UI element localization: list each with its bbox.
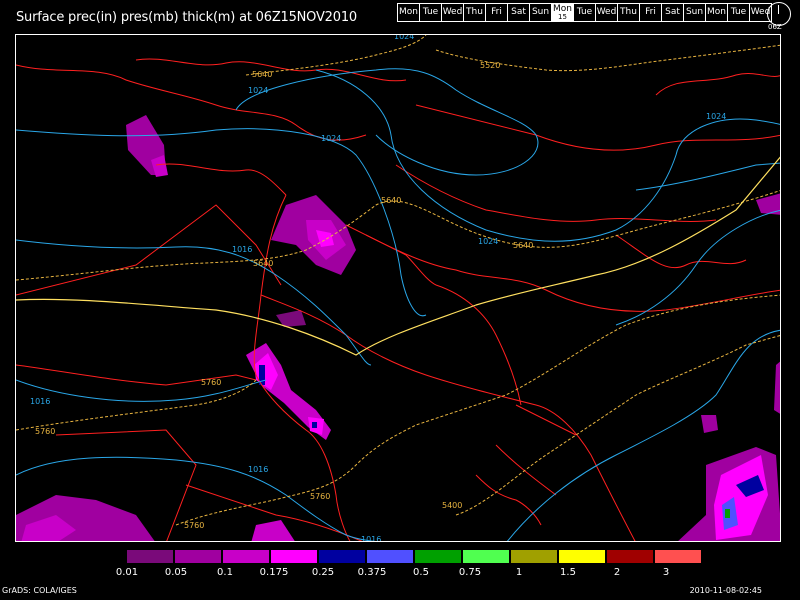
day-button[interactable]: Thu xyxy=(463,3,486,22)
legend-label: 1 xyxy=(515,567,523,578)
credit-text: GrADS: COLA/IGES xyxy=(2,586,77,595)
legend-labels: 0.01 0.05 0.1 0.175 0.25 0.375 0.5 0.75 1 1.5 2 3 xyxy=(78,567,722,581)
day-button[interactable]: Tue xyxy=(573,3,596,22)
legend-label: 2 xyxy=(613,567,621,578)
day-button[interactable]: Mon xyxy=(705,3,728,22)
legend-label: 0.5 xyxy=(413,567,429,578)
clock-label: 06Z xyxy=(768,23,782,31)
map-canvas: 1024 1024 1024 1024 1024 1016 1016 1016 … xyxy=(16,35,780,542)
pressure-label: 1016 xyxy=(248,465,268,474)
day-button[interactable]: Sat xyxy=(507,3,530,22)
precip-legend xyxy=(78,549,702,564)
thickness-label: 5640 xyxy=(381,196,401,205)
legend-swatch xyxy=(126,549,174,564)
legend-label: 0.75 xyxy=(458,567,482,578)
thickness-label: 5640 xyxy=(513,241,533,250)
day-button[interactable]: Tue xyxy=(727,3,750,22)
day-button[interactable]: Tue xyxy=(419,3,442,22)
thickness-label: 5760 xyxy=(184,521,204,530)
day-button[interactable]: Fri xyxy=(639,3,662,22)
legend-label: 1.5 xyxy=(560,567,576,578)
thickness-contours xyxy=(16,35,780,526)
legend-swatch xyxy=(462,549,510,564)
legend-label: 0.1 xyxy=(217,567,233,578)
legend-swatch xyxy=(78,549,126,564)
pressure-label: 1016 xyxy=(361,535,381,542)
day-button[interactable]: Wed xyxy=(441,3,464,22)
legend-label: 0.25 xyxy=(311,567,335,578)
day-button[interactable]: Mon xyxy=(397,3,420,22)
thickness-label: 5640 xyxy=(252,70,272,79)
day-button[interactable]: Fri xyxy=(485,3,508,22)
thickness-label: 5760 xyxy=(201,378,221,387)
day-button[interactable]: Thu xyxy=(617,3,640,22)
thickness-label: 5640 xyxy=(253,259,273,268)
map-title: Surface prec(in) pres(mb) thick(m) at 06… xyxy=(16,10,357,25)
legend-swatch xyxy=(318,549,366,564)
legend-label: 0.05 xyxy=(164,567,188,578)
legend-swatch xyxy=(414,549,462,564)
pressure-label: 1024 xyxy=(478,237,498,246)
pressure-label: 1024 xyxy=(394,35,414,41)
legend-swatch xyxy=(222,549,270,564)
contour-labels: 1024 1024 1024 1024 1024 1016 1016 1016 … xyxy=(30,35,726,542)
pressure-label: 1016 xyxy=(30,397,50,406)
thickness-label: 5400 xyxy=(442,501,462,510)
thickness-label: 5520 xyxy=(480,61,500,70)
pressure-label: 1024 xyxy=(321,134,341,143)
day-button[interactable]: Sun xyxy=(529,3,552,22)
legend-swatch xyxy=(270,549,318,564)
legend-label: 0.175 xyxy=(259,567,289,578)
legend-swatch xyxy=(366,549,414,564)
day-selector: Mon Tue Wed Thu Fri Sat Sun Mon 15 Tue Wed Thu Fri Sa… xyxy=(397,3,772,22)
legend-swatch xyxy=(510,549,558,564)
thickness-label: 5760 xyxy=(310,492,330,501)
legend-label: 0.375 xyxy=(357,567,387,578)
weather-map: 1024 1024 1024 1024 1024 1016 1016 1016 … xyxy=(15,34,781,542)
legend-label: 3 xyxy=(662,567,670,578)
legend-swatch xyxy=(654,549,702,564)
pressure-label: 1024 xyxy=(248,86,268,95)
day-button[interactable]: Mon 15 xyxy=(551,3,574,22)
legend-label: 0.01 xyxy=(115,567,139,578)
timestamp: 2010-11-08-02:45 xyxy=(689,586,762,595)
legend-swatch xyxy=(174,549,222,564)
day-button[interactable]: Wed xyxy=(595,3,618,22)
thickness-label: 5760 xyxy=(35,427,55,436)
legend-swatch xyxy=(558,549,606,564)
day-button[interactable]: Sun xyxy=(683,3,706,22)
day-button[interactable]: Sat xyxy=(661,3,684,22)
pressure-label: 1016 xyxy=(232,245,252,254)
pressure-label: 1024 xyxy=(706,112,726,121)
legend-swatch xyxy=(606,549,654,564)
